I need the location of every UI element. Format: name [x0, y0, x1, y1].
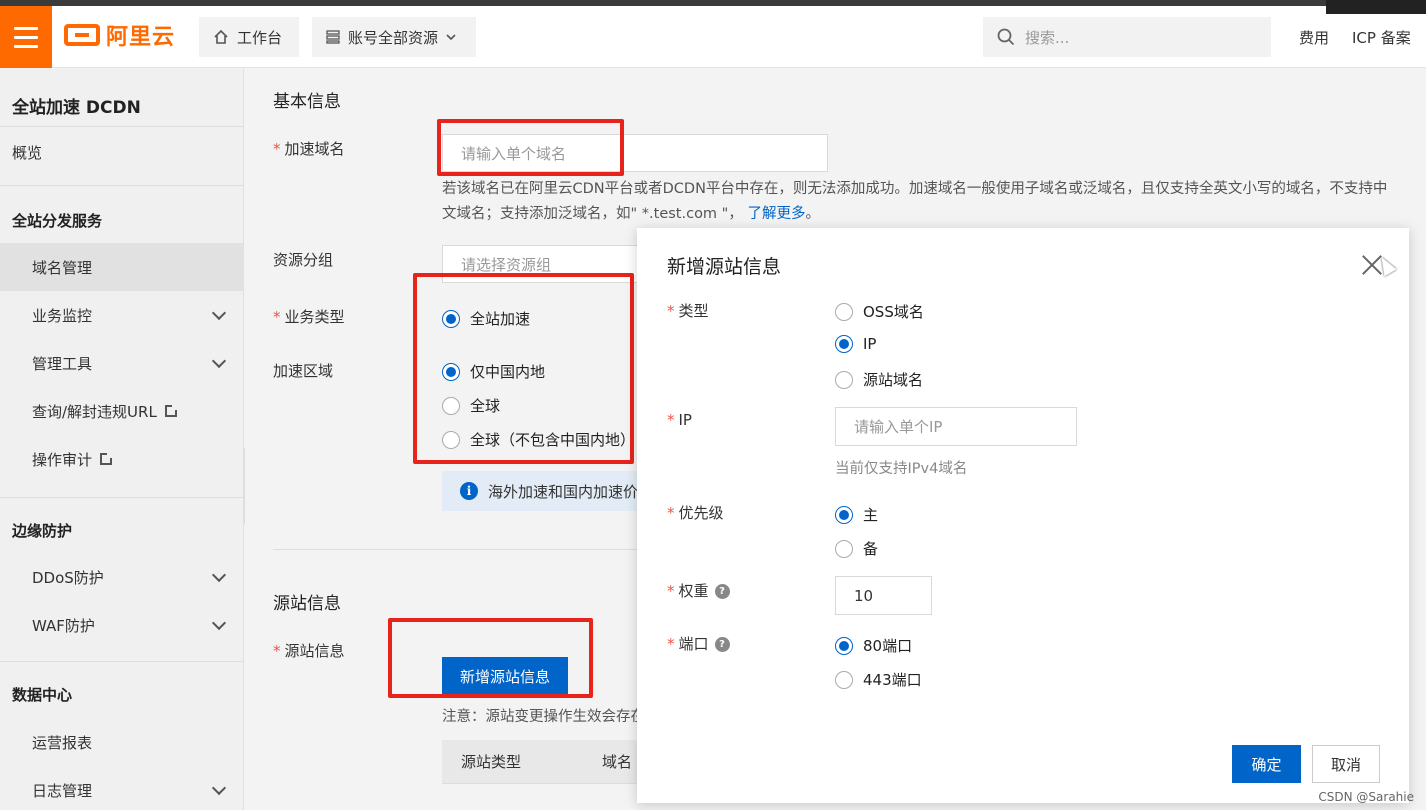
watermark: CSDN @Sarahie	[1318, 790, 1414, 804]
sidebar-item-url-query[interactable]: 查询/解封违规URL	[0, 387, 244, 435]
confirm-button[interactable]: 确定	[1232, 745, 1301, 783]
sidebar-item-monitoring[interactable]: 业务监控	[0, 291, 244, 339]
list-icon	[326, 30, 340, 44]
sidebar-item-label: 管理工具	[32, 354, 93, 373]
top-corner	[1326, 0, 1426, 14]
sidebar-item-logs[interactable]: 日志管理	[0, 766, 244, 810]
type-radio-oss[interactable]: OSS域名	[835, 301, 924, 322]
domain-hint: 若该域名已在阿里云CDN平台或者DCDN平台中存在，则无法添加成功。加速域名一般…	[442, 181, 1388, 222]
annotation-box-domain	[437, 119, 624, 176]
port-radio-443[interactable]: 443端口	[835, 669, 922, 690]
domain-label: * 加速域名	[273, 140, 345, 158]
search-placeholder: 搜索...	[1025, 28, 1070, 47]
radio-icon	[835, 670, 853, 689]
radio-selected-icon	[835, 335, 853, 353]
origin-note: 注意：源站变更操作生效会存在	[442, 709, 645, 725]
priority-radio-primary[interactable]: 主	[835, 504, 878, 525]
ip-input[interactable]: 请输入单个IP	[835, 407, 1077, 446]
weight-label: * 权重?	[667, 580, 730, 601]
dialog-title: 新增源站信息	[667, 256, 782, 278]
ip-label: * IP	[667, 411, 692, 429]
logo-text: 阿里云	[106, 25, 176, 50]
sidebar-item-label: 操作审计	[32, 450, 93, 469]
top-bar: 阿里云 工作台 账号全部资源 搜索... 费用 ICP 备案	[0, 0, 1426, 68]
learn-more-link[interactable]: 了解更多	[747, 206, 805, 222]
icp-link[interactable]: ICP 备案	[1352, 27, 1411, 48]
type-radio-ip[interactable]: IP	[835, 335, 876, 353]
product-title: 全站加速 DCDN	[12, 98, 141, 118]
chevron-down-icon	[211, 615, 227, 631]
sidebar-item-label: 查询/解封违规URL	[32, 402, 157, 421]
workbench-button[interactable]: 工作台	[199, 17, 299, 57]
radio-icon	[835, 302, 853, 321]
add-origin-dialog: 新增源站信息 * 类型 OSS域名 IP 源站域名 * IP 请输入单个IP 当前仅…	[637, 228, 1409, 803]
cancel-button[interactable]: 取消	[1312, 745, 1380, 783]
chevron-down-icon	[211, 780, 227, 796]
billing-link[interactable]: 费用	[1299, 27, 1329, 48]
sidebar-item-audit[interactable]: 操作审计	[0, 435, 244, 483]
sidebar-item-label: 运营报表	[32, 733, 93, 752]
radio-icon	[835, 539, 853, 558]
annotation-box-add-origin	[388, 618, 593, 698]
search-input[interactable]: 搜索...	[983, 17, 1271, 57]
sidebar-item-reports[interactable]: 运营报表	[0, 718, 244, 766]
table-header-origin-type: 源站类型	[461, 753, 522, 771]
resource-group-placeholder: 请选择资源组	[461, 255, 552, 274]
sidebar-group-data-center: 数据中心	[12, 686, 73, 704]
weight-value: 10	[854, 586, 874, 605]
type-label: * 类型	[667, 302, 709, 320]
sidebar-item-tools[interactable]: 管理工具	[0, 339, 244, 387]
aliyun-logo-icon	[64, 24, 100, 46]
basic-info-title: 基本信息	[273, 92, 341, 112]
origin-info-title: 源站信息	[273, 594, 341, 614]
region-label: 加速区域	[273, 362, 334, 380]
info-icon: i	[460, 482, 478, 500]
sidebar-item-domain-management[interactable]: 域名管理	[0, 243, 244, 291]
port-label: * 端口?	[667, 633, 730, 654]
search-icon	[997, 28, 1015, 46]
sidebar-item-waf[interactable]: WAF防护	[0, 601, 244, 649]
table-header-domain: 域名	[602, 753, 633, 771]
workbench-label: 工作台	[237, 28, 283, 47]
radio-selected-icon	[835, 505, 853, 524]
sidebar-item-ddos[interactable]: DDoS防护	[0, 553, 244, 601]
priority-label: * 优先级	[667, 504, 724, 522]
ip-placeholder: 请输入单个IP	[854, 418, 943, 436]
sidebar: 全站加速 DCDN 概览 全站分发服务 域名管理 业务监控 管理工具 查询/解封…	[0, 69, 244, 810]
origin-label: * 源站信息	[273, 642, 345, 660]
sidebar-item-label: DDoS防护	[32, 568, 104, 587]
priority-radio-backup[interactable]: 备	[835, 538, 878, 559]
annotation-box-type-region	[413, 273, 634, 464]
radio-selected-icon	[835, 636, 853, 655]
resource-group-label: 资源分组	[273, 251, 334, 269]
chevron-down-icon	[211, 353, 227, 369]
resource-selector[interactable]: 账号全部资源	[312, 17, 476, 57]
sidebar-item-label: WAF防护	[32, 616, 95, 635]
help-icon[interactable]: ?	[714, 637, 730, 652]
external-link-icon	[164, 403, 179, 417]
help-icon[interactable]: ?	[714, 584, 730, 599]
resource-label: 账号全部资源	[348, 28, 439, 47]
ip-hint: 当前仅支持IPv4域名	[835, 461, 968, 477]
home-icon	[214, 29, 228, 44]
top-strip	[0, 0, 1426, 6]
chevron-down-icon	[211, 305, 227, 321]
radio-icon	[835, 370, 853, 389]
sidebar-item-overview[interactable]: 概览	[12, 142, 42, 163]
sidebar-group-distribution: 全站分发服务	[12, 212, 103, 230]
business-type-label: * 业务类型	[273, 308, 345, 326]
sidebar-item-label: 日志管理	[32, 781, 93, 800]
external-link-icon	[100, 451, 115, 465]
sidebar-group-edge-protection: 边缘防护	[12, 522, 73, 540]
sidebar-item-label: 域名管理	[32, 258, 93, 277]
weight-input[interactable]: 10	[835, 576, 932, 615]
type-radio-origin-domain[interactable]: 源站域名	[835, 369, 923, 390]
aliyun-logo[interactable]: 阿里云	[64, 20, 175, 50]
sidebar-item-label: 业务监控	[32, 306, 93, 325]
chevron-down-icon	[211, 567, 227, 583]
menu-button[interactable]	[0, 6, 52, 68]
chevron-down-icon	[446, 34, 456, 41]
port-radio-80[interactable]: 80端口	[835, 635, 912, 656]
